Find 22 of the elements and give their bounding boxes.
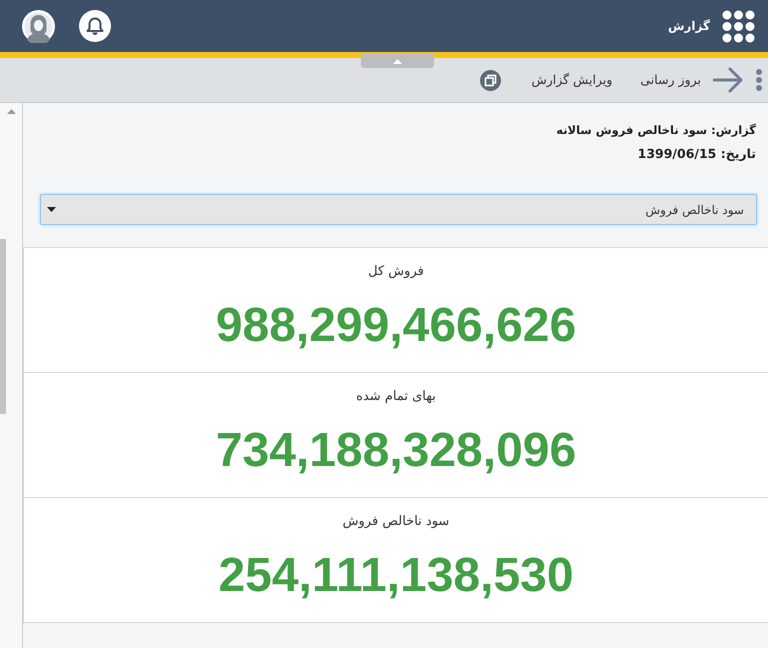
metric-label: بهای تمام شده [355,388,437,406]
avatar-icon[interactable] [22,10,55,42]
notification-bell-icon[interactable] [79,10,111,42]
back-arrow-icon[interactable] [713,67,743,93]
more-options-icon[interactable] [756,69,762,91]
metric-label: سود ناخالص فروش [342,513,450,531]
report-title: گزارش: سود ناخالص فروش سالانه [555,122,757,139]
app-title: گزارش [668,18,710,35]
metric-dropdown[interactable]: سود ناخالص فروش [40,194,757,225]
caret-down-icon [47,207,56,212]
metric-value: 254,111,138,530 [217,548,575,604]
app-grid-icon[interactable] [722,10,755,42]
metric-value: 734,188,328,096 [214,423,578,479]
scroll-up-icon[interactable] [6,109,16,114]
edit-report-button[interactable]: ویرایش گزارش [527,68,616,92]
scrollbar-thumb[interactable] [0,239,6,414]
refresh-button[interactable]: بروز رسانی [636,68,705,92]
report-date: تاریخ: 1399/06/15 [636,145,757,163]
metric-value: 988,299,466,626 [214,298,578,354]
overlapping-squares-icon[interactable] [480,70,502,90]
collapse-toggle-button[interactable] [361,54,434,68]
metric-label: فروش کل [367,263,425,281]
